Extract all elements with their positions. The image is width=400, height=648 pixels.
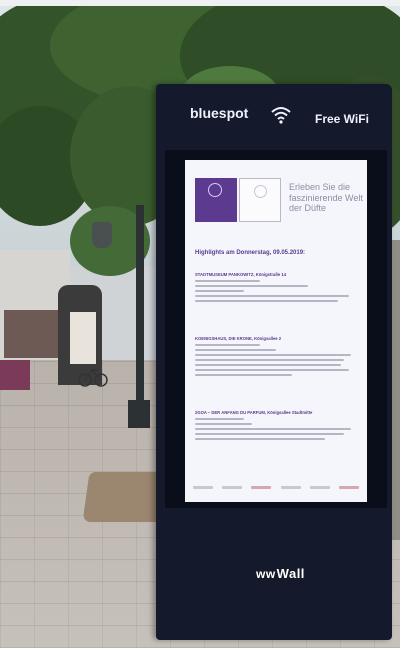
text-line	[195, 374, 293, 376]
event-item: 2GOA – DER ANFANG DU PARFUM, Königsallee…	[195, 410, 357, 440]
display-screen: Erleben Sie die faszinierende Welt der D…	[185, 160, 367, 502]
free-wifi-label: Free WiFi	[315, 112, 369, 126]
text-line	[195, 280, 260, 282]
text-line	[195, 344, 260, 346]
event-item: KOENIGSHAUS, DIE KRONE, Königsallee 2	[195, 336, 357, 376]
text-line	[195, 423, 252, 425]
bicycle	[78, 368, 108, 387]
bluespot-logo: bluespot	[190, 105, 249, 121]
logo-ring-icon	[208, 183, 222, 197]
partner-ring-icon	[254, 185, 267, 198]
red-carpet	[0, 360, 30, 390]
screen-heading: Highlights am Donnerstag, 09.05.2019:	[195, 250, 306, 256]
sponsor-logos	[193, 482, 359, 492]
text-line	[195, 295, 349, 297]
text-line	[195, 349, 276, 351]
wifi-icon	[271, 107, 291, 124]
event-title: STADTMUSEUM PANKOWITZ, Königstraße 14	[195, 272, 287, 277]
street-lamp-post	[136, 205, 144, 425]
event-logo	[195, 178, 237, 222]
event-title: KOENIGSHAUS, DIE KRONE, Königsallee 2	[195, 336, 282, 341]
wall-logo-text: Wall	[276, 566, 305, 581]
text-line	[195, 359, 345, 361]
partner-logo	[239, 178, 281, 222]
event-item: STADTMUSEUM PANKOWITZ, Königstraße 14	[195, 272, 357, 302]
text-line	[195, 428, 351, 430]
text-line	[195, 290, 244, 292]
sponsor-logo	[280, 485, 301, 489]
sponsor-logo	[222, 485, 243, 489]
kiosk-poster	[70, 312, 96, 364]
text-line	[195, 285, 309, 287]
street-lamp-base	[128, 400, 150, 428]
text-line	[195, 364, 341, 366]
text-line	[195, 438, 325, 440]
sponsor-logo	[193, 485, 213, 489]
text-line	[195, 369, 349, 371]
sponsor-logo	[251, 485, 272, 489]
text-line	[195, 433, 345, 435]
wall-logo: wwWall	[256, 566, 305, 581]
street-lamp-head	[92, 222, 112, 248]
event-title: 2GOA – DER ANFANG DU PARFUM, Königsallee…	[195, 410, 313, 415]
shop-window	[4, 310, 58, 358]
text-line	[195, 354, 351, 356]
text-line	[195, 300, 338, 302]
wall-logo-mark: ww	[256, 567, 276, 581]
sponsor-logo	[309, 485, 330, 489]
screen-tagline: Erleben Sie die faszinierende Welt der D…	[289, 182, 363, 213]
sponsor-logo	[338, 485, 359, 489]
street-scene: bluespot Free WiFi Erleben Sie die faszi…	[0, 0, 400, 648]
text-line	[195, 418, 244, 420]
